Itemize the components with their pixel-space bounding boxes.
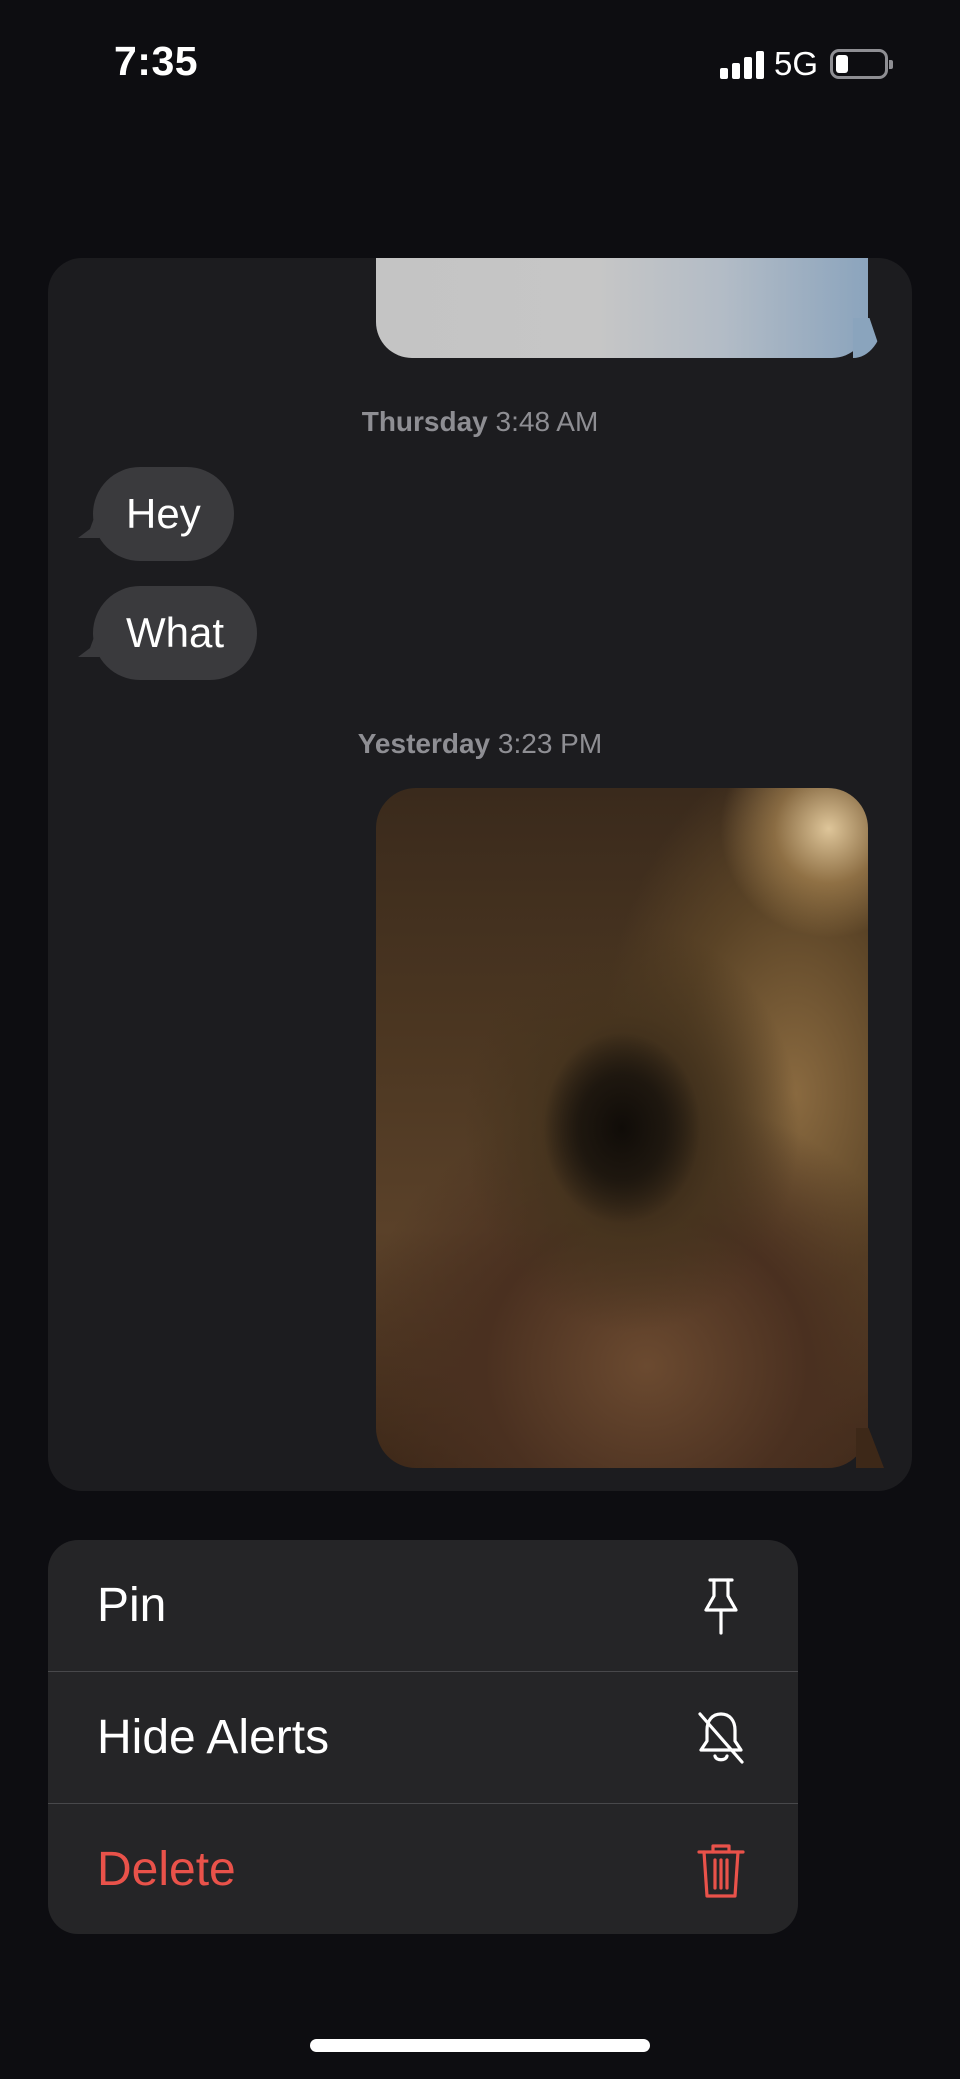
conversation-preview[interactable]: Thursday 3:48 AM Hey What Yesterday 3:23… bbox=[48, 258, 912, 1491]
menu-item-hide-alerts[interactable]: Hide Alerts bbox=[48, 1672, 798, 1803]
menu-item-label: Hide Alerts bbox=[97, 1711, 330, 1764]
network-type: 5G bbox=[773, 45, 818, 82]
timestamp-time: 3:48 AM bbox=[495, 406, 599, 437]
signal-icon bbox=[719, 49, 764, 79]
menu-item-label: Delete bbox=[97, 1843, 236, 1896]
timestamp-time: 3:23 PM bbox=[497, 728, 603, 759]
pin-icon bbox=[694, 1576, 748, 1636]
menu-item-label: Pin bbox=[97, 1579, 167, 1632]
timestamp-day: Yesterday bbox=[357, 728, 491, 759]
menu-item-delete[interactable]: Delete bbox=[48, 1804, 798, 1934]
timestamp: Thursday 3:48 AM bbox=[48, 406, 912, 438]
timestamp: Yesterday 3:23 PM bbox=[48, 728, 912, 760]
battery-icon bbox=[830, 49, 893, 79]
status-bar: 7:35 5G bbox=[0, 0, 960, 130]
home-indicator[interactable] bbox=[310, 2039, 650, 2052]
incoming-message: Hey bbox=[93, 467, 234, 561]
battery-level bbox=[836, 55, 848, 73]
bubble-tail bbox=[853, 318, 883, 358]
trash-icon bbox=[694, 1840, 748, 1900]
sent-image-message bbox=[376, 258, 868, 358]
sent-photo-message bbox=[376, 788, 868, 1468]
timestamp-day: Thursday bbox=[361, 406, 488, 437]
menu-item-pin[interactable]: Pin bbox=[48, 1540, 798, 1671]
bubble-tail bbox=[856, 1428, 884, 1468]
incoming-message: What bbox=[93, 586, 258, 680]
bell-slash-icon bbox=[694, 1708, 748, 1768]
status-time: 7:35 bbox=[114, 38, 199, 84]
context-menu: Pin Hide Alerts Delete bbox=[48, 1540, 798, 1934]
status-indicators: 5G bbox=[719, 45, 893, 82]
